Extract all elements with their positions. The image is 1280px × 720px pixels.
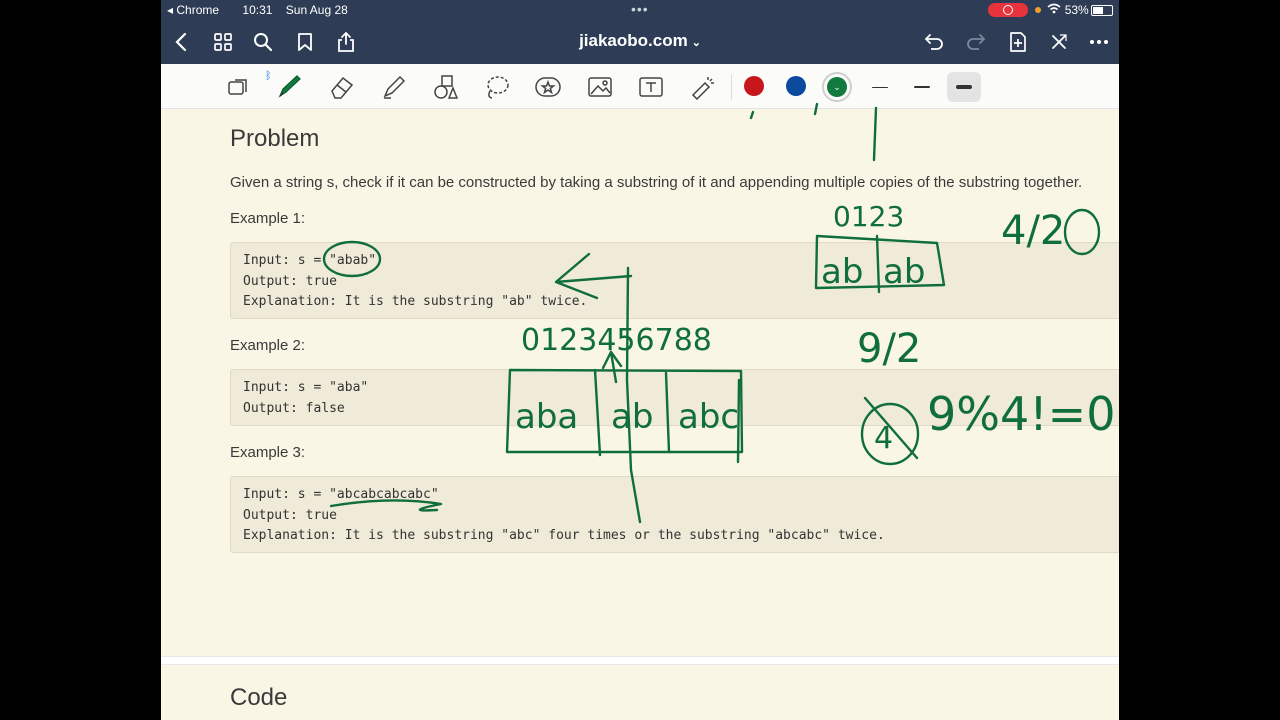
wifi-icon: [1047, 3, 1064, 17]
code-line: Explanation: It is the substring "ab" tw…: [243, 294, 588, 309]
redo-icon[interactable]: [964, 30, 988, 54]
shapes-icon[interactable]: [431, 72, 461, 102]
code-line: Input: s = "abab": [243, 253, 377, 268]
example-1-label: Example 1:: [230, 210, 306, 227]
battery-icon: [1091, 5, 1113, 16]
stroke-thin-button[interactable]: [863, 72, 897, 102]
code-heading: Code: [230, 684, 288, 711]
back-to-app[interactable]: ◂ Chrome: [167, 3, 229, 17]
read-only-mode-icon[interactable]: [223, 72, 253, 102]
problem-heading: Problem: [230, 125, 320, 152]
battery-percent: 53%: [1064, 3, 1089, 17]
ink-indices-left: 0123456788: [521, 323, 712, 358]
laser-pointer-icon[interactable]: [688, 72, 718, 102]
ipad-screen: ◂ Chrome 10:31 Sun Aug 28 ••• 53% jiakao…: [161, 0, 1119, 720]
close-markup-icon[interactable]: [1047, 30, 1071, 54]
code-line: Explanation: It is the substring "abc" f…: [243, 528, 885, 543]
example-2-code: Input: s = "aba" Output: false: [230, 369, 1119, 426]
color-red-swatch[interactable]: [744, 76, 764, 96]
toolbar-divider: [731, 74, 732, 100]
example-3-code: Input: s = "abcabcabcabc" Output: true E…: [230, 476, 1119, 553]
code-line: Output: true: [243, 273, 337, 289]
image-icon[interactable]: [585, 72, 615, 102]
color-blue-swatch[interactable]: [786, 76, 806, 96]
status-time: 10:31: [242, 3, 273, 17]
status-right: 53%: [1035, 3, 1089, 17]
more-icon[interactable]: [1087, 30, 1111, 54]
eraser-icon[interactable]: [327, 72, 357, 102]
mic-indicator-icon: [1035, 7, 1041, 13]
screen-recording-indicator[interactable]: [988, 3, 1028, 17]
stroke-medium-button[interactable]: [905, 72, 939, 102]
code-line: Output: true: [243, 507, 337, 523]
sticker-icon[interactable]: [533, 72, 563, 102]
chevron-down-icon: ⌄: [691, 37, 701, 49]
lasso-icon[interactable]: [482, 72, 512, 102]
status-date: Sun Aug 28: [285, 3, 348, 17]
domain-label: jiakaobo.com: [579, 31, 688, 50]
stroke-thick-button[interactable]: [947, 72, 981, 102]
ink-stroke: [872, 106, 878, 162]
code-line: Input: s = "abcabcabcabc": [243, 487, 439, 502]
bluetooth-icon: ᛒ: [265, 70, 272, 82]
highlighter-icon[interactable]: [379, 72, 409, 102]
multitasking-dots-icon[interactable]: •••: [631, 1, 649, 17]
problem-description: Given a string s, check if it can be con…: [230, 174, 1083, 191]
example-2-label: Example 2:: [230, 337, 306, 354]
example-1-code: Input: s = "abab" Output: true Explanati…: [230, 242, 1119, 319]
text-tool-icon[interactable]: [636, 72, 666, 102]
status-bar: ◂ Chrome 10:31 Sun Aug 28 ••• 53%: [161, 0, 1119, 20]
section-divider: [161, 656, 1119, 665]
code-line: Input: s = "aba": [243, 380, 369, 395]
example-3-label: Example 3:: [230, 444, 306, 461]
markup-toolbar: ᛒ ⌄: [161, 64, 1119, 109]
undo-icon[interactable]: [922, 30, 946, 54]
pen-tool-icon[interactable]: [274, 72, 304, 102]
ink-fraction-mid: 9/2: [857, 326, 921, 372]
color-green-swatch[interactable]: ⌄: [827, 77, 847, 97]
browser-nav-bar: jiakaobo.com ⌄: [161, 20, 1119, 64]
code-line: Output: false: [243, 400, 345, 416]
ink-circled-digit: 4: [874, 421, 893, 456]
add-page-icon[interactable]: [1006, 30, 1030, 54]
back-app-label: Chrome: [176, 3, 220, 17]
ink-indices-right: 0123: [833, 200, 904, 233]
